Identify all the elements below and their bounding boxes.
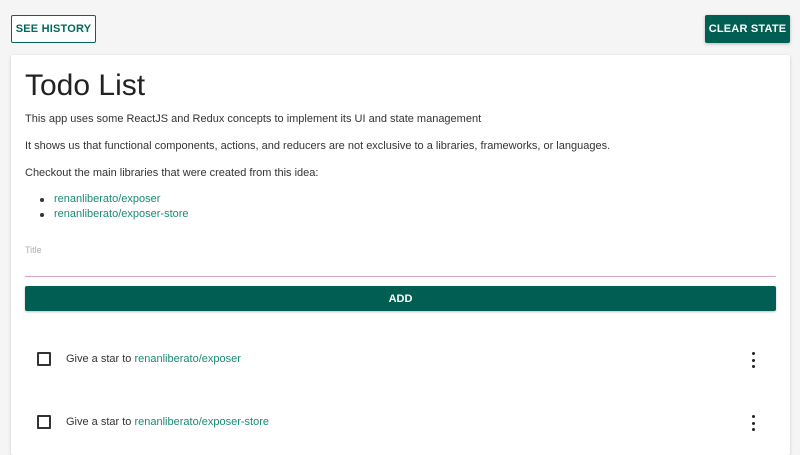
more-vert-icon[interactable] [750,352,756,368]
add-button[interactable]: ADD [25,286,776,311]
title-input[interactable] [25,255,776,277]
todo-text: Give a star to renanliberato/exposer [66,353,241,365]
more-vert-icon[interactable] [750,415,756,431]
exposer-store-link[interactable]: renanliberato/exposer-store [54,208,189,220]
todo-text: Give a star to renanliberato/exposer-sto… [66,416,269,428]
todo-link[interactable]: renanliberato/exposer [134,353,240,365]
todo-card: Todo List This app uses some ReactJS and… [11,55,790,455]
see-history-button[interactable]: SEE HISTORY [11,15,96,43]
todo-prefix: Give a star to [66,416,135,428]
libraries-paragraph: Checkout the main libraries that were cr… [25,167,319,179]
clear-state-button[interactable]: CLEAR STATE [705,15,790,43]
list-item: renanliberato/exposer [40,193,189,208]
title-field-label: Title [25,245,42,255]
description-paragraph: It shows us that functional components, … [25,140,611,152]
library-links-list: renanliberato/exposer renanliberato/expo… [40,193,189,223]
todo-link[interactable]: renanliberato/exposer-store [134,416,269,428]
top-bar: SEE HISTORY CLEAR STATE [0,0,800,50]
bullet-icon [40,213,44,217]
bullet-icon [40,198,44,202]
todo-prefix: Give a star to [66,353,135,365]
todo-checkbox[interactable] [37,352,51,366]
list-item: renanliberato/exposer-store [40,208,189,223]
page-title: Todo List [25,69,146,102]
todo-checkbox[interactable] [37,415,51,429]
todo-item: Give a star to renanliberato/exposer-sto… [25,403,776,443]
todo-item: Give a star to renanliberato/exposer [25,340,776,380]
exposer-link[interactable]: renanliberato/exposer [54,193,160,205]
intro-paragraph: This app uses some ReactJS and Redux con… [25,113,482,125]
